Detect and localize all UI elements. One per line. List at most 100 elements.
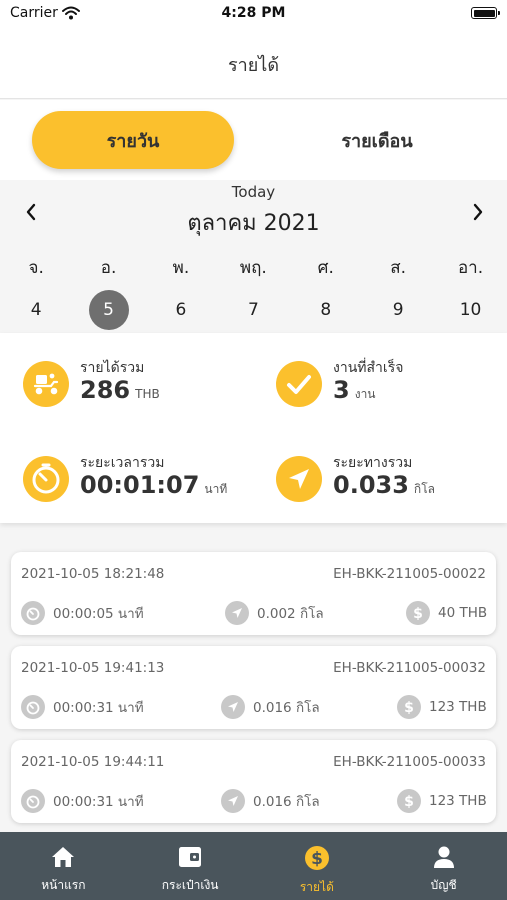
person-icon — [431, 845, 457, 873]
completed-jobs-number: 3 — [333, 376, 350, 404]
home-icon — [50, 845, 76, 873]
stopwatch-icon — [21, 601, 45, 625]
dollar-coin-icon: $ — [397, 695, 421, 719]
stopwatch-icon — [23, 456, 69, 502]
date-number: 6 — [175, 300, 187, 320]
total-distance-number: 0.033 — [333, 471, 409, 499]
date-cell[interactable]: 8 — [290, 290, 362, 330]
job-duration-text: 00:00:05 นาที — [53, 606, 144, 622]
completed-jobs-unit: งาน — [354, 387, 376, 401]
job-amount-text: 123 THB — [429, 699, 487, 715]
tab-account[interactable]: บัญชี — [380, 832, 507, 900]
summary-panel: รายได้รวม 286 THB งานที่สำเร็จ 3 งาน ระยะเ… — [0, 333, 507, 523]
job-code: EH-BKK-211005-00022 — [333, 566, 486, 582]
svg-text:$: $ — [413, 606, 423, 621]
date-number: 8 — [320, 300, 332, 320]
today-button[interactable]: Today — [0, 183, 507, 201]
job-datetime: 2021-10-05 18:21:48 — [21, 566, 165, 582]
completed-jobs-value: 3 งาน — [333, 376, 376, 404]
job-distance: 0.002 กิโล — [225, 600, 324, 626]
date-number: 7 — [247, 300, 259, 320]
job-card[interactable]: 2021-10-05 18:21:48 EH-BKK-211005-00022 … — [11, 552, 496, 635]
job-duration-text: 00:00:31 นาที — [53, 700, 144, 716]
stopwatch-icon — [21, 695, 45, 719]
weekday-label: พ. — [172, 258, 190, 278]
svg-text:$: $ — [404, 700, 414, 715]
total-income-value: 286 THB — [80, 376, 160, 404]
navigation-arrow-icon — [225, 601, 249, 625]
job-code: EH-BKK-211005-00032 — [333, 660, 486, 676]
status-bar: Carrier 4:28 PM — [0, 0, 507, 28]
total-distance-stat: ระยะทางรวม 0.033 กิโล — [276, 452, 507, 508]
date-cell[interactable]: 6 — [145, 290, 217, 330]
week-calendar: Today ตุลาคม 2021 จ. อ. พ. พฤ. ศ. ส. อา.… — [0, 180, 507, 333]
job-distance-text: 0.016 กิโล — [253, 700, 320, 716]
date-cell[interactable]: 10 — [434, 290, 506, 330]
navigation-arrow-icon — [221, 695, 245, 719]
checkmark-icon — [276, 361, 322, 407]
clock-time: 4:28 PM — [221, 5, 286, 21]
next-week-button[interactable] — [464, 200, 492, 228]
page-title: รายได้ — [227, 55, 280, 76]
tab-wallet-label: กระเป๋าเงิน — [161, 878, 219, 892]
dollar-coin-icon: $ — [304, 845, 330, 875]
date-cell[interactable]: 7 — [217, 290, 289, 330]
date-number: 5 — [88, 290, 129, 330]
tab-wallet[interactable]: กระเป๋าเงิน — [127, 832, 254, 900]
month-label: ตุลาคม 2021 — [187, 211, 320, 236]
tab-account-label: บัญชี — [430, 878, 457, 892]
bottom-tab-bar: หน้าแรก กระเป๋าเงิน $ รายได้ บัญชี — [0, 832, 507, 900]
tab-home-label: หน้าแรก — [41, 878, 86, 892]
job-datetime: 2021-10-05 19:44:11 — [21, 754, 165, 770]
job-duration: 00:00:31 นาที — [21, 694, 144, 720]
stopwatch-icon — [21, 789, 45, 813]
job-distance-text: 0.002 กิโล — [257, 606, 324, 622]
weekday-label: จ. — [28, 258, 44, 278]
job-distance: 0.016 กิโล — [221, 694, 320, 720]
date-number: 9 — [392, 300, 404, 320]
period-segmented-control: รายวัน รายเดือน — [0, 100, 507, 180]
wallet-icon — [177, 845, 203, 873]
job-amount-text: 123 THB — [429, 793, 487, 809]
chevron-left-icon — [25, 203, 37, 225]
job-datetime: 2021-10-05 19:41:13 — [21, 660, 165, 676]
job-card[interactable]: 2021-10-05 19:41:13 EH-BKK-211005-00032 … — [11, 646, 496, 729]
tab-income[interactable]: $ รายได้ — [254, 832, 381, 900]
tab-home[interactable]: หน้าแรก — [0, 832, 127, 900]
previous-week-button[interactable] — [17, 200, 45, 228]
total-distance-value: 0.033 กิโล — [333, 471, 435, 499]
total-distance-unit: กิโล — [413, 482, 435, 496]
tab-daily[interactable]: รายวัน — [32, 111, 234, 169]
job-duration: 00:00:31 นาที — [21, 788, 144, 814]
job-amount: $ 40 THB — [406, 600, 487, 626]
date-cell[interactable]: 9 — [362, 290, 434, 330]
tab-monthly[interactable]: รายเดือน — [276, 111, 478, 169]
weekday-label: ศ. — [317, 258, 334, 278]
job-card[interactable]: 2021-10-05 19:44:11 EH-BKK-211005-00033 … — [11, 740, 496, 823]
total-duration-stat: ระยะเวลารวม 00:01:07 นาที — [23, 452, 263, 508]
navigation-arrow-icon — [221, 789, 245, 813]
date-cell[interactable]: 4 — [0, 290, 72, 330]
job-amount-text: 40 THB — [438, 605, 488, 621]
job-duration: 00:00:05 นาที — [21, 600, 144, 626]
chevron-right-icon — [472, 203, 484, 225]
job-amount: $ 123 THB — [397, 788, 487, 814]
total-income-unit: THB — [135, 387, 160, 401]
date-number: 4 — [30, 300, 42, 320]
tab-income-label: รายได้ — [299, 880, 334, 894]
navigation-arrow-icon — [276, 456, 322, 502]
completed-jobs-stat: งานที่สำเร็จ 3 งาน — [276, 357, 507, 413]
nav-bar: รายได้ — [0, 28, 507, 99]
svg-text:$: $ — [404, 794, 414, 809]
date-cell-selected[interactable]: 5 — [72, 290, 144, 330]
date-row: 4 5 6 7 8 9 10 — [0, 290, 507, 330]
delivery-scooter-icon — [23, 361, 69, 407]
job-distance: 0.016 กิโล — [221, 788, 320, 814]
dollar-coin-icon: $ — [397, 789, 421, 813]
weekday-label: พฤ. — [239, 258, 267, 278]
svg-text:$: $ — [311, 849, 323, 869]
total-duration-number: 00:01:07 — [80, 471, 200, 499]
weekday-label: อ. — [100, 258, 117, 278]
job-amount: $ 123 THB — [397, 694, 487, 720]
date-number: 10 — [459, 300, 482, 320]
